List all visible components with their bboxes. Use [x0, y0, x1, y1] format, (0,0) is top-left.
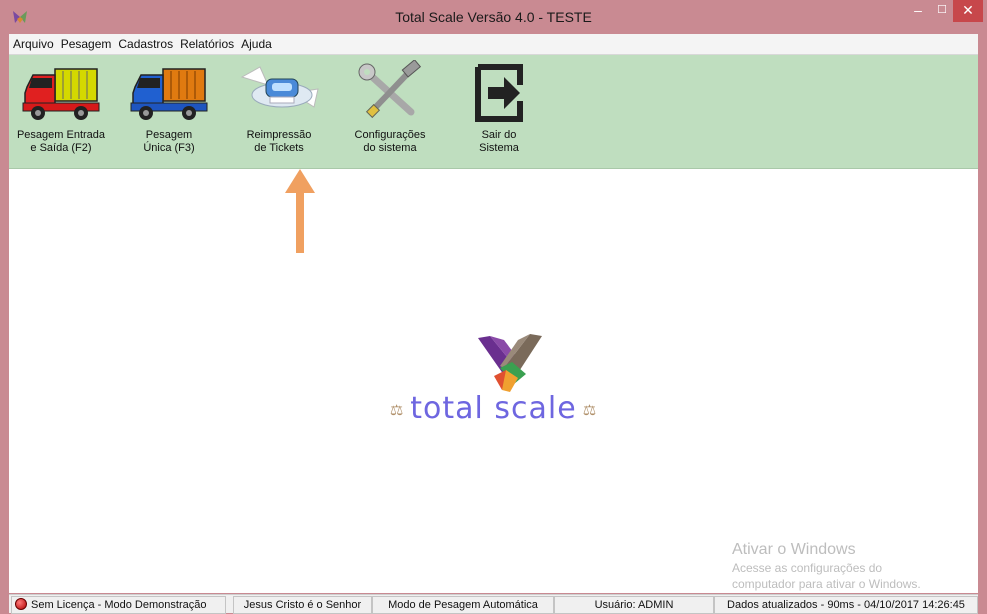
scale-right-icon: ⚖ [582, 400, 598, 419]
status-updated: Dados atualizados - 90ms - 04/10/2017 14… [714, 596, 978, 614]
window-title: Total Scale Versão 4.0 - TESTE [395, 9, 592, 25]
menu-arquivo[interactable]: Arquivo [9, 34, 57, 52]
tool-label: Configurações do sistema [354, 129, 426, 154]
watermark-title: Ativar o Windows [732, 541, 856, 558]
status-mode: Modo de Pesagem Automática [372, 596, 554, 614]
menu-pesagem[interactable]: Pesagem [57, 34, 115, 52]
status-user: Usuário: ADMIN [554, 596, 714, 614]
status-license-text: Sem Licença - Modo Demonstração [31, 599, 207, 611]
status-license: Sem Licença - Modo Demonstração [11, 596, 226, 614]
license-status-icon [15, 598, 27, 610]
configuracoes-sistema-button[interactable]: Configurações do sistema [345, 55, 435, 168]
tool-label: Sair do Sistema [479, 129, 519, 154]
menu-bar: Arquivo Pesagem Cadastros Relatórios Ajuda [9, 34, 978, 55]
status-bar: Sem Licença - Modo Demonstração Jesus Cr… [9, 594, 978, 614]
exit-icon [475, 64, 523, 122]
minimize-button[interactable]: – [905, 0, 931, 22]
pesagem-entrada-saida-button[interactable]: Pesagem Entrada e Saída (F2) [15, 55, 107, 168]
tool-label: Pesagem Entrada e Saída (F2) [16, 129, 106, 154]
printer-icon [240, 66, 319, 108]
watermark-line-2: computador para ativar o Windows. [732, 577, 921, 591]
blue-truck-icon [130, 68, 208, 120]
maximize-button[interactable]: ☐ [931, 0, 953, 22]
tools-icon [358, 60, 422, 119]
tool-label: Reimpressão de Tickets [246, 129, 312, 154]
red-truck-icon [22, 68, 100, 120]
app-window: Total Scale Versão 4.0 - TESTE – ☐ ✕ Arq… [0, 0, 987, 614]
watermark-line-1: Acesse as configurações do [732, 561, 883, 575]
main-area: ⚖ total scale ⚖ Ativar o Windows Acesse as… [9, 169, 978, 593]
total-scale-logo-icon [478, 334, 542, 392]
title-bar[interactable]: Total Scale Versão 4.0 - TESTE – ☐ ✕ [0, 0, 987, 34]
pesagem-unica-button[interactable]: Pesagem Única (F3) [124, 55, 214, 168]
close-button[interactable]: ✕ [953, 0, 983, 22]
windows-activation-watermark: Ativar o Windows Acesse as configurações… [732, 540, 987, 592]
scale-left-icon: ⚖ [389, 400, 405, 419]
sair-sistema-button[interactable]: Sair do Sistema [454, 55, 544, 168]
menu-relatorios[interactable]: Relatórios [176, 34, 237, 52]
logo-wordmark: ⚖ total scale ⚖ [9, 391, 978, 426]
status-motto: Jesus Cristo é o Senhor [233, 596, 372, 614]
logo-text: total scale [410, 391, 577, 426]
tool-label: Pesagem Única (F3) [143, 129, 195, 154]
arrow-up-icon [285, 169, 315, 253]
reimpressao-tickets-button[interactable]: Reimpressão de Tickets [235, 55, 323, 168]
menu-ajuda[interactable]: Ajuda [237, 34, 275, 52]
toolbar: Pesagem Entrada e Saída (F2) Pesagem Úni… [9, 55, 978, 169]
menu-cadastros[interactable]: Cadastros [114, 34, 176, 52]
